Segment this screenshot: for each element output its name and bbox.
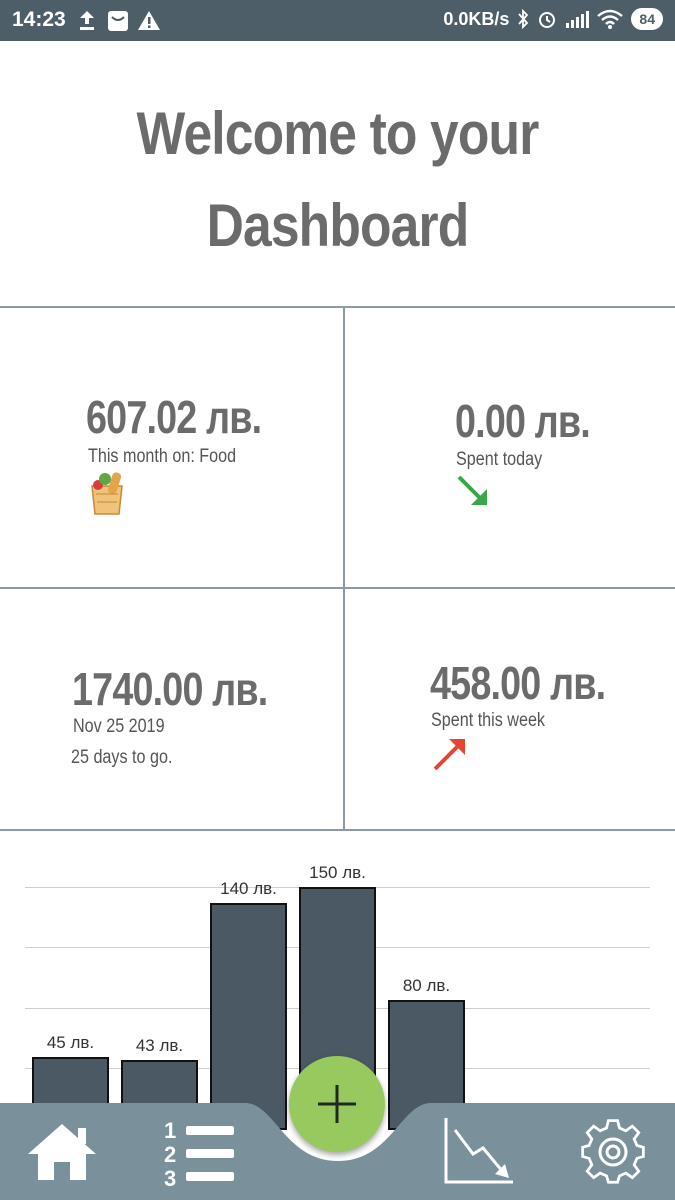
network-speed: 0.0KB/s: [443, 8, 510, 29]
battery-icon: 84: [631, 8, 663, 30]
divider: [0, 306, 675, 308]
home-icon[interactable]: [26, 1120, 98, 1182]
warning-icon: [138, 11, 160, 30]
statistics-icon[interactable]: [443, 1116, 515, 1186]
svg-text:3: 3: [164, 1166, 176, 1188]
settings-icon[interactable]: [578, 1116, 648, 1186]
budget-amount: 1740.00 лв.: [72, 663, 268, 715]
arrow-down-right-icon: [457, 475, 487, 505]
week-label: Spent this week: [431, 710, 546, 731]
status-right: 0.0KB/s 84: [443, 8, 663, 30]
status-bar: 14:23 0.0KB/s 84: [0, 0, 675, 41]
status-time: 14:23: [12, 8, 66, 31]
today-label: Spent today: [456, 449, 543, 470]
upload-icon: [80, 11, 94, 30]
add-expense-button[interactable]: [289, 1056, 385, 1152]
bluetooth-icon: [518, 9, 529, 29]
today-amount: 0.00 лв.: [455, 395, 591, 447]
svg-text:2: 2: [164, 1142, 176, 1167]
budget-days-left: 25 days to go.: [71, 747, 173, 768]
month-label: This month on: Food: [88, 446, 237, 467]
title-line-2: Dashboard: [206, 192, 470, 259]
budget-date: Nov 25 2019: [73, 716, 165, 737]
wifi-icon: [597, 9, 624, 29]
divider: [343, 306, 345, 831]
chart-data-label: 140 лв.: [220, 879, 277, 899]
mail-icon: [108, 11, 128, 31]
title-line-1: Welcome to your: [136, 100, 540, 167]
add-icon: [318, 1085, 356, 1123]
chart-bar: [210, 903, 287, 1130]
arrow-up-right-icon: [433, 739, 465, 771]
notification-icons: [80, 11, 160, 31]
chart-data-label: 80 лв.: [402, 976, 451, 996]
divider: [0, 587, 675, 589]
chart-data-label: 150 лв.: [309, 863, 366, 882]
signal-icon: [566, 11, 590, 28]
chart-data-label: 43 лв.: [135, 1036, 184, 1056]
page-title: Welcome to your Dashboard: [47, 88, 628, 272]
list-icon[interactable]: 1 2 3: [164, 1118, 236, 1188]
grocery-basket-icon: [91, 472, 123, 515]
month-amount: 607.02 лв.: [86, 391, 262, 443]
chart-data-label: 45 лв.: [46, 1033, 95, 1053]
svg-text:1: 1: [164, 1118, 176, 1143]
divider: [0, 829, 675, 831]
week-amount: 458.00 лв.: [430, 657, 606, 709]
alarm-icon: [539, 12, 556, 28]
